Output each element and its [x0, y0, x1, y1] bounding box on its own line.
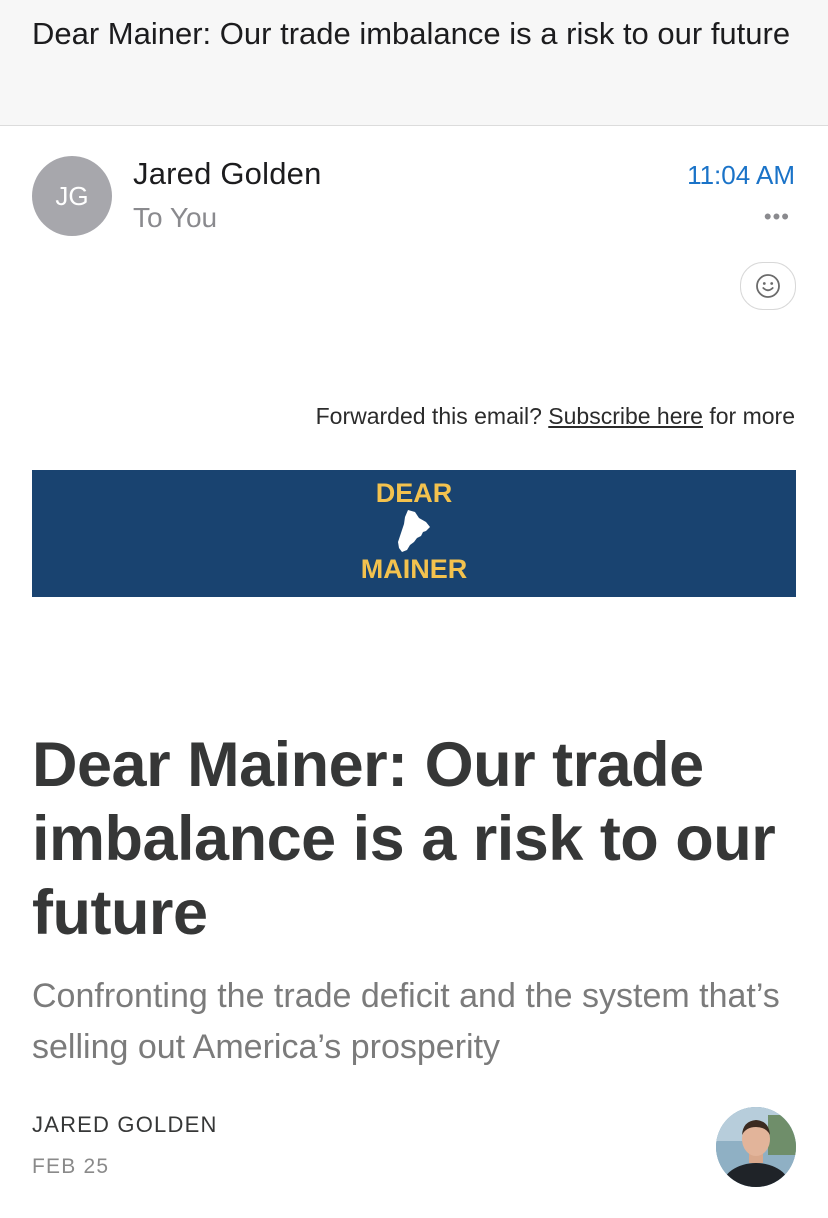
sender-initials: JG: [55, 180, 89, 211]
author-avatar[interactable]: [716, 1107, 796, 1187]
subscribe-link[interactable]: Subscribe here: [548, 403, 703, 429]
ellipsis-icon[interactable]: •••: [764, 204, 790, 230]
article-subtitle: Confronting the trade deficit and the sy…: [32, 977, 780, 1066]
article-author[interactable]: JARED GOLDEN: [32, 1112, 218, 1138]
recipient-line[interactable]: To You: [133, 202, 217, 234]
banner-line-dear: DEAR: [375, 478, 453, 508]
email-subject: Dear Mainer: Our trade imbalance is a ri…: [32, 16, 791, 51]
email-subject-bar: Dear Mainer: Our trade imbalance is a ri…: [0, 0, 828, 126]
received-time: 11:04 AM: [687, 160, 795, 190]
sender-avatar[interactable]: JG: [32, 156, 112, 236]
forward-prefix: Forwarded this email?: [315, 403, 542, 429]
maine-state-icon: [398, 510, 430, 552]
banner-line-mainer: MAINER: [360, 554, 468, 584]
add-reaction-button[interactable]: [740, 262, 796, 310]
author-photo-image: [716, 1107, 796, 1187]
newsletter-banner: DEAR MAINER: [32, 470, 796, 597]
smiley-icon: [756, 274, 780, 298]
article-date: FEB 25: [32, 1155, 110, 1178]
article-title: Dear Mainer: Our trade imbalance is a ri…: [32, 730, 776, 948]
forward-notice: Forwarded this email? Subscribe here for…: [316, 403, 795, 430]
forward-suffix: for more: [709, 403, 795, 429]
sender-name[interactable]: Jared Golden: [133, 156, 322, 192]
